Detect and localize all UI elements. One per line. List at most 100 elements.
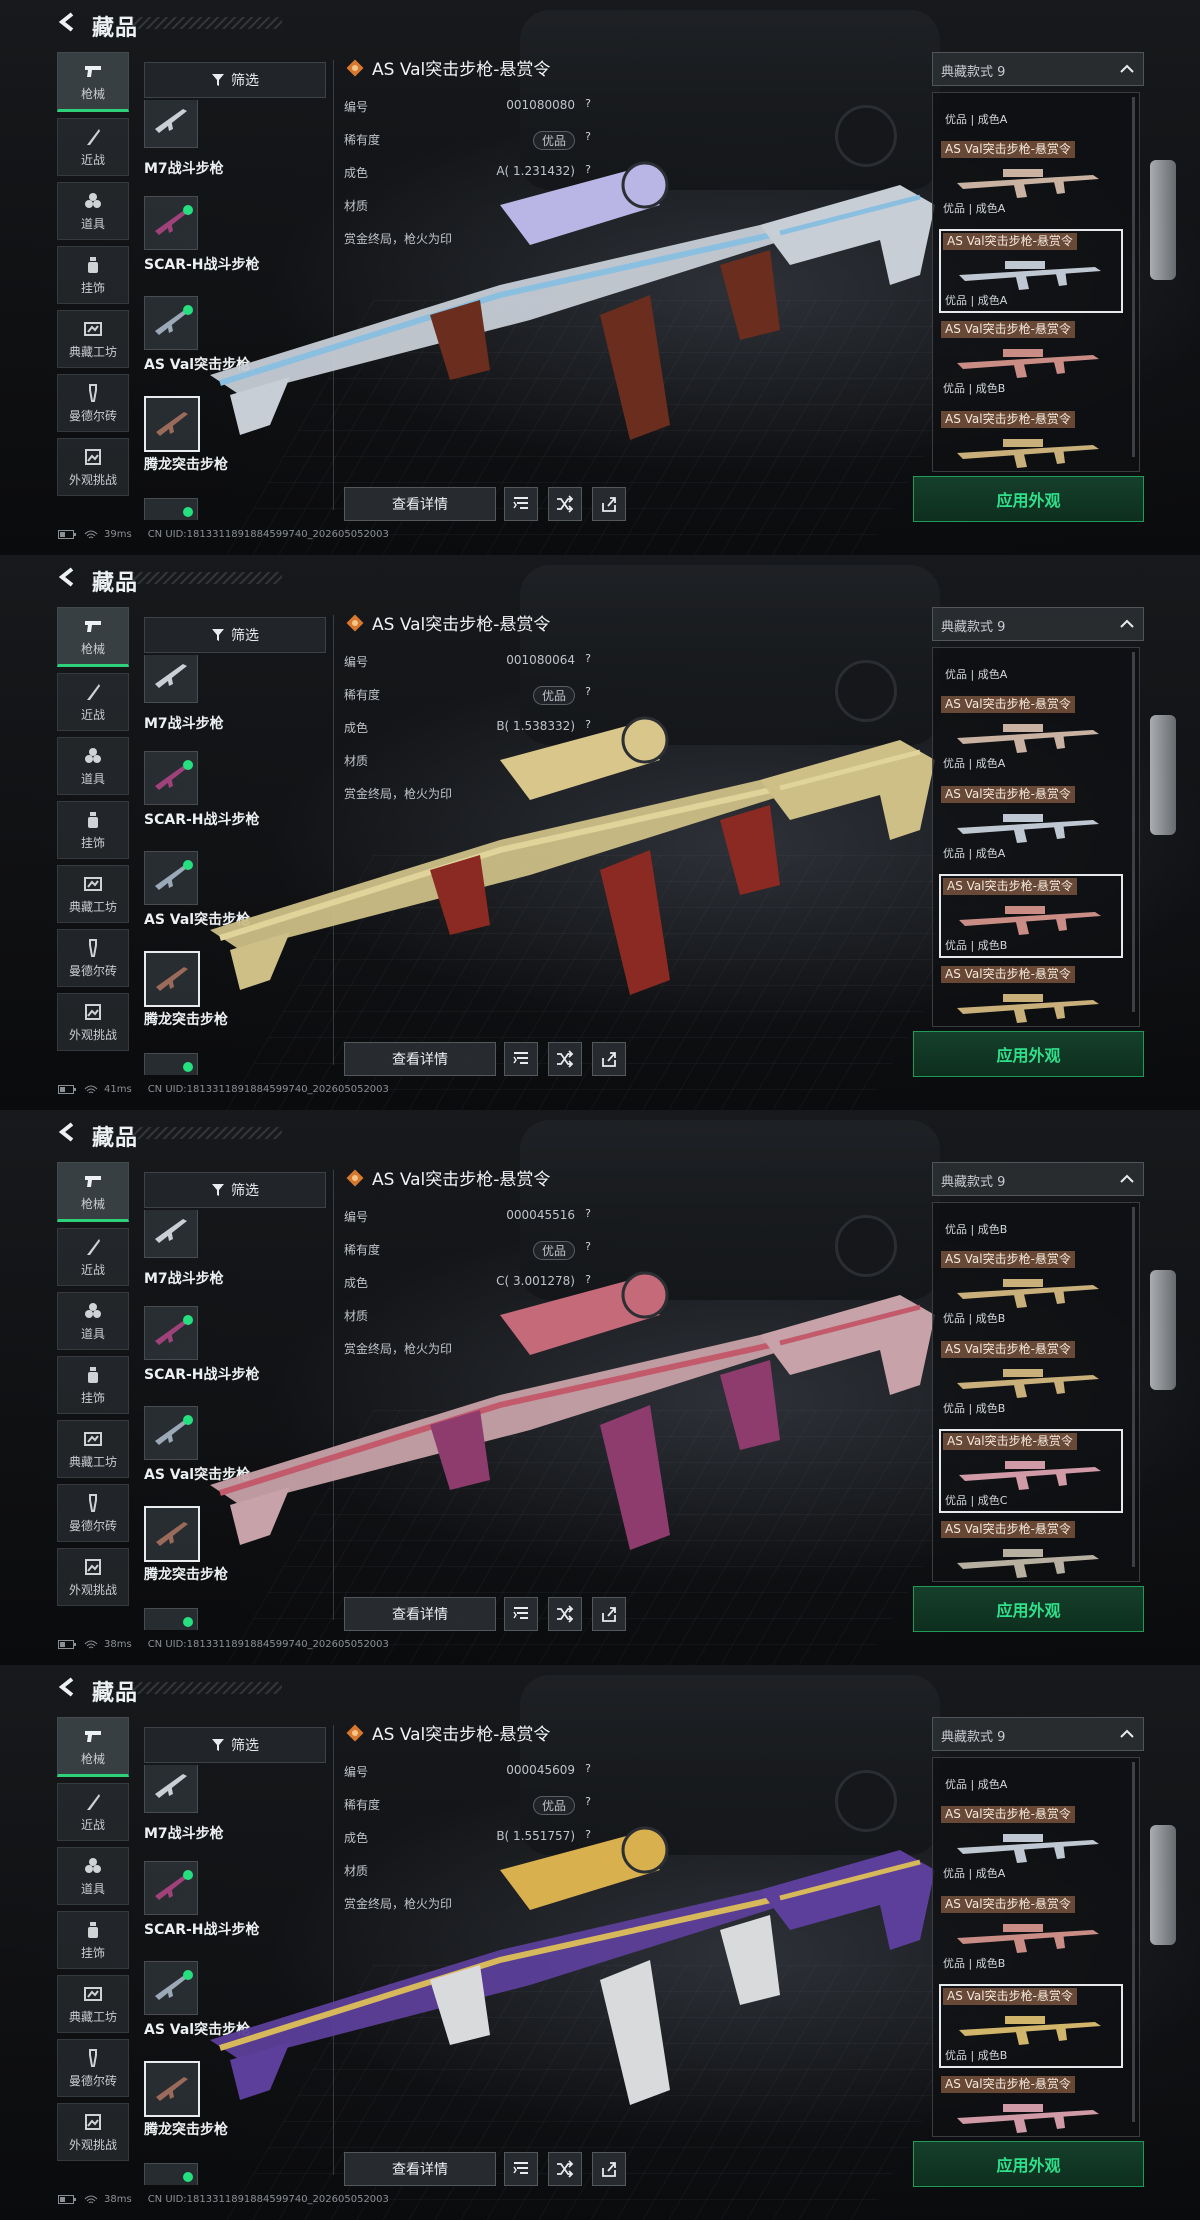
sidebar-item-7[interactable]: 外观挑战: [57, 438, 129, 496]
view-details-button[interactable]: 查看详情: [344, 1042, 496, 1076]
sidebar-item-7[interactable]: 外观挑战: [57, 2103, 129, 2161]
weapon-preview[interactable]: [200, 700, 940, 1000]
sidebar-item-4[interactable]: 挂饰: [57, 1911, 129, 1969]
sidebar-item-2[interactable]: 近战: [57, 1783, 129, 1841]
scrollbar[interactable]: [1132, 97, 1135, 457]
sidebar-item-4[interactable]: 挂饰: [57, 1356, 129, 1414]
view-details-button[interactable]: 查看详情: [344, 1597, 496, 1631]
sidebar-item-1[interactable]: 枪械: [57, 1717, 129, 1777]
weapon-thumbnail[interactable]: [144, 751, 198, 805]
sidebar-item-6[interactable]: 曼德尔砖: [57, 374, 129, 432]
weapon-preview[interactable]: [200, 1255, 940, 1555]
share-button[interactable]: [592, 2152, 626, 2186]
apply-skin-button[interactable]: 应用外观: [913, 1586, 1144, 1632]
weapon-thumbnail[interactable]: [144, 1210, 198, 1258]
style-header[interactable]: 典藏款式 9: [932, 607, 1144, 641]
style-option[interactable]: AS Val突击步枪-悬赏令 优品 | 成色B: [939, 1984, 1123, 2068]
sidebar-item-4[interactable]: 挂饰: [57, 246, 129, 304]
style-list[interactable]: 优品 | 成色A AS Val突击步枪-悬赏令 优品 | 成色A AS Val突击步…: [932, 647, 1140, 1027]
style-option[interactable]: AS Val突击步枪-悬赏令 优品 | 成色B: [939, 1249, 1119, 1329]
chevron-up-icon[interactable]: [1119, 1726, 1135, 1742]
sidebar-item-6[interactable]: 曼德尔砖: [57, 2039, 129, 2097]
help-icon[interactable]: ?: [581, 685, 595, 699]
sidebar-item-1[interactable]: 枪械: [57, 607, 129, 667]
sidebar-item-5[interactable]: 典藏工坊: [57, 310, 129, 368]
apply-skin-button[interactable]: 应用外观: [913, 2141, 1144, 2187]
weapon-thumbnail[interactable]: [144, 1053, 198, 1075]
help-icon[interactable]: ?: [581, 652, 595, 666]
sidebar-item-3[interactable]: 道具: [57, 1847, 129, 1905]
style-list[interactable]: 优品 | 成色B AS Val突击步枪-悬赏令 优品 | 成色B AS Val突击步…: [932, 1202, 1140, 1582]
sidebar-item-5[interactable]: 典藏工坊: [57, 1420, 129, 1478]
weapon-thumbnail[interactable]: [144, 498, 198, 520]
weapon-name[interactable]: 腾龙突击步枪: [144, 2119, 228, 2139]
sidebar-item-5[interactable]: 典藏工坊: [57, 865, 129, 923]
help-icon[interactable]: ?: [581, 1795, 595, 1809]
scrollbar[interactable]: [1132, 1762, 1135, 2122]
style-option[interactable]: AS Val突击步枪-悬赏令 优品 | 成色A: [939, 784, 1119, 864]
style-option[interactable]: AS Val突击步枪-悬赏令 优品 | 成色A: [939, 139, 1119, 219]
weapon-thumbnail[interactable]: [144, 1961, 198, 2015]
sidebar-item-2[interactable]: 近战: [57, 673, 129, 731]
chevron-up-icon[interactable]: [1119, 1171, 1135, 1187]
help-icon[interactable]: ?: [581, 130, 595, 144]
weapon-name[interactable]: 腾龙突击步枪: [144, 1564, 228, 1584]
filter-button[interactable]: 筛选: [144, 1172, 326, 1208]
style-option[interactable]: AS Val突击步枪-悬赏令: [939, 409, 1119, 471]
sidebar-item-3[interactable]: 道具: [57, 737, 129, 795]
weapon-thumbnail[interactable]: [144, 1861, 198, 1915]
help-icon[interactable]: ?: [581, 1240, 595, 1254]
view-details-button[interactable]: 查看详情: [344, 2152, 496, 2186]
sidebar-item-5[interactable]: 典藏工坊: [57, 1975, 129, 2033]
list-button[interactable]: [504, 1597, 538, 1631]
weapon-thumbnail[interactable]: [144, 655, 198, 703]
share-button[interactable]: [592, 487, 626, 521]
filter-button[interactable]: 筛选: [144, 617, 326, 653]
list-button[interactable]: [504, 487, 538, 521]
style-option[interactable]: AS Val突击步枪-悬赏令 优品 | 成色B: [939, 319, 1119, 399]
scrollbar[interactable]: [1132, 1207, 1135, 1567]
weapon-thumbnail[interactable]: [144, 100, 198, 148]
chevron-up-icon[interactable]: [1119, 61, 1135, 77]
sidebar-item-4[interactable]: 挂饰: [57, 801, 129, 859]
style-option[interactable]: AS Val突击步枪-悬赏令优品 | 成色C: [939, 1429, 1123, 1513]
weapon-thumbnail[interactable]: [144, 1765, 198, 1813]
weapon-thumbnail[interactable]: [144, 2061, 200, 2117]
sidebar-item-3[interactable]: 道具: [57, 1292, 129, 1350]
weapon-thumbnail[interactable]: [144, 196, 198, 250]
back-arrow-icon[interactable]: [58, 1122, 78, 1142]
sidebar-item-3[interactable]: 道具: [57, 182, 129, 240]
weapon-name[interactable]: 腾龙突击步枪: [144, 454, 228, 474]
weapon-thumbnail[interactable]: [144, 851, 198, 905]
style-list[interactable]: 优品 | 成色A AS Val突击步枪-悬赏令 优品 | 成色A AS Val突击步…: [932, 1757, 1140, 2137]
view-details-button[interactable]: 查看详情: [344, 487, 496, 521]
back-arrow-icon[interactable]: [58, 567, 78, 587]
list-button[interactable]: [504, 2152, 538, 2186]
filter-button[interactable]: 筛选: [144, 62, 326, 98]
help-icon[interactable]: ?: [581, 1207, 595, 1221]
style-option[interactable]: AS Val突击步枪-悬赏令 优品 | 成色A: [939, 229, 1123, 313]
list-button[interactable]: [504, 1042, 538, 1076]
style-option[interactable]: AS Val突击步枪-悬赏令 优品 | 成色B: [939, 1339, 1119, 1419]
scrollbar[interactable]: [1132, 652, 1135, 1012]
help-icon[interactable]: ?: [581, 1762, 595, 1776]
chevron-up-icon[interactable]: [1119, 616, 1135, 632]
sidebar-item-6[interactable]: 曼德尔砖: [57, 929, 129, 987]
weapon-preview[interactable]: [200, 1810, 940, 2110]
back-arrow-icon[interactable]: [58, 1677, 78, 1697]
shuffle-button[interactable]: [548, 1597, 582, 1631]
weapon-thumbnail[interactable]: [144, 1406, 198, 1460]
weapon-name[interactable]: 腾龙突击步枪: [144, 1009, 228, 1029]
sidebar-item-1[interactable]: 枪械: [57, 1162, 129, 1222]
style-option[interactable]: AS Val突击步枪-悬赏令: [939, 964, 1119, 1026]
sidebar-item-7[interactable]: 外观挑战: [57, 1548, 129, 1606]
sidebar-item-7[interactable]: 外观挑战: [57, 993, 129, 1051]
style-list[interactable]: 优品 | 成色A AS Val突击步枪-悬赏令 优品 | 成色A AS Val突击步…: [932, 92, 1140, 472]
style-header[interactable]: 典藏款式 9: [932, 1717, 1144, 1751]
weapon-thumbnail[interactable]: [144, 951, 200, 1007]
help-icon[interactable]: ?: [581, 97, 595, 111]
style-header[interactable]: 典藏款式 9: [932, 1162, 1144, 1196]
weapon-thumbnail[interactable]: [144, 396, 200, 452]
share-button[interactable]: [592, 1597, 626, 1631]
back-arrow-icon[interactable]: [58, 12, 78, 32]
